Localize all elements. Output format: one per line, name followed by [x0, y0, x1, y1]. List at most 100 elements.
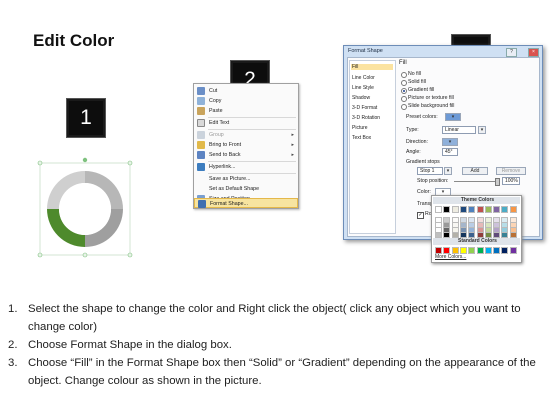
nav-fill[interactable]: Fill: [351, 64, 393, 70]
chevron-right-icon: ▸: [291, 132, 294, 138]
instruction-item: 3. Choose “Fill” in the Format Shape box …: [8, 357, 536, 387]
preset-colors-dropdown[interactable]: ▾: [445, 113, 461, 121]
nav-line-style[interactable]: Line Style: [352, 85, 374, 91]
direction-dropdown[interactable]: ▾: [442, 138, 458, 146]
resize-handle[interactable]: [37, 160, 43, 166]
scissors-icon: [197, 87, 205, 95]
stop-position-label: Stop position:: [417, 178, 449, 184]
color-swatch[interactable]: [435, 206, 442, 213]
stop-select[interactable]: Stop 1: [417, 167, 443, 175]
instruction-item: 2. Choose Format Shape in the dialog box.: [8, 339, 232, 351]
radio-picture-fill[interactable]: [401, 96, 407, 102]
menu-item-copy[interactable]: Copy: [194, 96, 298, 106]
context-menu: Cut Copy Paste Edit Text Group ▸ Bring to…: [193, 83, 299, 209]
resize-handle[interactable]: [37, 252, 43, 258]
nav-picture[interactable]: Picture: [352, 125, 368, 131]
resize-handle[interactable]: [127, 160, 133, 166]
hyperlink-icon: [197, 163, 205, 171]
nav-line-color[interactable]: Line Color: [352, 75, 375, 81]
radio-slide-background[interactable]: [401, 104, 407, 110]
color-swatch[interactable]: [459, 247, 467, 254]
color-palette-popup: Theme Colors Standard Colors More Colors…: [431, 195, 522, 263]
slider-thumb[interactable]: [495, 178, 500, 186]
group-icon: [197, 131, 205, 139]
theme-colors-label: Theme Colors: [433, 197, 520, 204]
color-swatch[interactable]: [484, 247, 492, 254]
color-swatch[interactable]: [468, 247, 476, 254]
menu-item-save-as-picture[interactable]: Save as Picture...: [194, 174, 298, 184]
chevron-down-icon[interactable]: ▾: [444, 167, 452, 175]
radio-label: Slide background fill: [408, 103, 455, 109]
color-swatch[interactable]: [501, 247, 509, 254]
close-icon[interactable]: ×: [528, 48, 539, 57]
direction-label: Direction:: [406, 139, 428, 145]
color-swatch[interactable]: [451, 247, 459, 254]
color-swatch[interactable]: [468, 206, 476, 213]
color-swatch[interactable]: [435, 247, 442, 254]
dialog-nav: Fill Line Color Line Style Shadow 3-D Fo…: [349, 60, 396, 234]
chevron-right-icon: ▸: [291, 142, 294, 148]
resize-handle[interactable]: [82, 252, 88, 258]
radio-label: Picture or texture fill: [408, 95, 454, 101]
copy-icon: [197, 97, 205, 105]
resize-handle[interactable]: [127, 252, 133, 258]
color-swatch[interactable]: [476, 247, 484, 254]
stop-position-slider[interactable]: [454, 181, 498, 182]
color-swatch[interactable]: [476, 206, 484, 213]
color-swatch[interactable]: [509, 206, 517, 213]
chevron-right-icon: ▸: [291, 152, 294, 158]
remove-stop-button[interactable]: Remove: [496, 167, 526, 175]
paste-icon: [197, 107, 205, 115]
color-swatch[interactable]: [509, 247, 517, 254]
menu-item-cut[interactable]: Cut: [194, 86, 298, 96]
menu-item-format-shape[interactable]: Format Shape...: [194, 198, 298, 208]
circular-arrow-shape[interactable]: [36, 157, 136, 265]
color-swatch[interactable]: [501, 206, 509, 213]
stop-position-input[interactable]: 100%: [502, 177, 520, 185]
radio-label: Solid fill: [408, 79, 426, 85]
menu-item-bring-to-front[interactable]: Bring to Front ▸: [194, 140, 298, 150]
color-label: Color:: [417, 189, 431, 195]
radio-label: Gradient fill: [408, 87, 435, 93]
radio-solid-fill[interactable]: [401, 80, 407, 86]
gradient-stops-label: Gradient stops: [406, 159, 440, 165]
rotate-checkbox[interactable]: ✓: [417, 212, 424, 219]
type-select[interactable]: Linear: [442, 126, 476, 134]
menu-item-group[interactable]: Group ▸: [194, 130, 298, 140]
send-back-icon: [197, 151, 205, 159]
menu-item-set-default-shape[interactable]: Set as Default Shape: [194, 184, 298, 194]
preset-colors-label: Preset colors:: [406, 114, 438, 120]
color-swatch[interactable]: [443, 206, 451, 213]
instruction-item: 1. Select the shape to change the color a…: [8, 303, 521, 333]
nav-3d-format[interactable]: 3-D Format: [352, 105, 377, 111]
angle-input[interactable]: 45°: [442, 148, 458, 156]
standard-colors-label: Standard Colors: [433, 238, 520, 245]
menu-item-edit-text[interactable]: Edit Text: [194, 118, 298, 128]
edit-text-icon: [197, 119, 205, 127]
chevron-down-icon[interactable]: ▾: [478, 126, 486, 134]
color-swatch[interactable]: [451, 206, 459, 213]
angle-label: Angle:: [406, 149, 421, 155]
rotate-handle[interactable]: [82, 157, 88, 163]
page-title: Edit Color: [33, 31, 115, 50]
nav-text-box[interactable]: Text Box: [352, 135, 371, 141]
nav-3d-rotation[interactable]: 3-D Rotation: [352, 115, 380, 121]
color-swatch[interactable]: [484, 206, 492, 213]
format-shape-icon: [198, 200, 206, 208]
menu-item-hyperlink[interactable]: Hyperlink...: [194, 162, 298, 172]
help-button[interactable]: ?: [506, 48, 517, 57]
menu-item-send-to-back[interactable]: Send to Back ▸: [194, 150, 298, 160]
color-swatch[interactable]: [493, 206, 501, 213]
color-swatch[interactable]: [459, 206, 467, 213]
color-swatch[interactable]: [493, 247, 501, 254]
more-colors-link[interactable]: More Colors...: [435, 254, 466, 260]
color-swatch[interactable]: [443, 247, 451, 254]
radio-no-fill[interactable]: [401, 72, 407, 78]
section-heading: Fill: [399, 60, 407, 66]
step-1-badge: 1: [66, 98, 106, 138]
ring-center: [59, 183, 111, 235]
menu-item-paste[interactable]: Paste: [194, 106, 298, 116]
nav-shadow[interactable]: Shadow: [352, 95, 370, 101]
radio-gradient-fill[interactable]: [401, 88, 407, 94]
add-stop-button[interactable]: Add: [462, 167, 488, 175]
